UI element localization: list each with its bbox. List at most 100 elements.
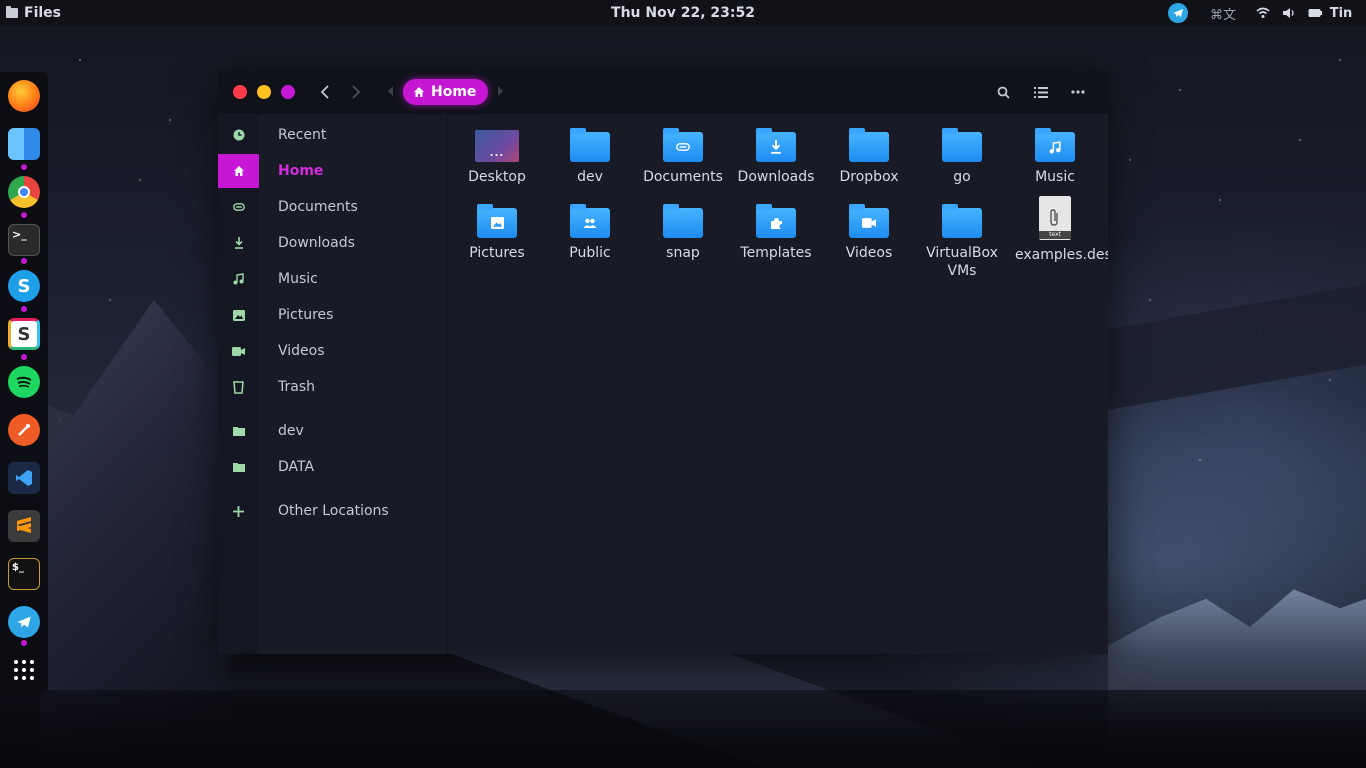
skype-icon[interactable]: S	[8, 270, 40, 302]
sidebar-item-label: Trash	[278, 379, 315, 395]
file-item-examples-desktop[interactable]: text examples.desktop	[1009, 196, 1108, 264]
home-icon	[218, 154, 259, 188]
sidebar-item-label: Music	[278, 271, 318, 287]
file-name: examples.desktop	[1015, 247, 1108, 263]
chevron-right-icon	[352, 85, 361, 99]
file-name: Public	[569, 245, 611, 261]
file-item-music[interactable]: Music	[1009, 126, 1101, 186]
more-icon	[1071, 90, 1085, 94]
battery-icon[interactable]	[1302, 0, 1328, 26]
file-item-virtualbox-vms[interactable]: VirtualBox VMs	[916, 202, 1008, 280]
home-icon	[414, 87, 424, 97]
terminal-icon[interactable]: >_	[8, 224, 40, 256]
file-name: Videos	[845, 245, 893, 261]
user-menu[interactable]: Tin	[1328, 0, 1354, 26]
folder-icon	[849, 128, 889, 162]
sidebar-item-label: Videos	[278, 343, 325, 359]
file-item-dropbox[interactable]: Dropbox	[823, 126, 915, 186]
sidebar-item-label: Pictures	[278, 307, 334, 323]
file-type-tag: text	[1039, 231, 1071, 239]
telegram-tray[interactable]	[1160, 0, 1196, 26]
system-tray: ⌘文 Tin	[1160, 0, 1354, 26]
running-indicator	[21, 306, 27, 312]
forward-button[interactable]	[345, 81, 367, 103]
file-name: Documents	[643, 169, 723, 185]
vscode-icon[interactable]	[8, 462, 40, 494]
templates-folder-icon	[756, 204, 796, 238]
folder-icon	[218, 414, 259, 448]
back-button[interactable]	[314, 81, 336, 103]
search-icon	[997, 86, 1010, 99]
public-folder-icon	[570, 204, 610, 238]
running-indicator	[21, 354, 27, 360]
paperclip-icon	[218, 190, 259, 224]
file-item-pictures[interactable]: Pictures	[451, 202, 543, 262]
documents-folder-icon	[663, 128, 703, 162]
postman-icon[interactable]	[8, 414, 40, 446]
file-item-public[interactable]: Public	[544, 202, 636, 262]
file-item-snap[interactable]: snap	[637, 202, 729, 262]
sidebar-item-label: Downloads	[278, 235, 355, 251]
plus-icon	[218, 494, 259, 528]
telegram-icon	[1168, 3, 1188, 23]
sidebar-item-label: Recent	[278, 127, 327, 143]
sidebar-item-recent[interactable]: Recent	[218, 118, 447, 152]
file-item-videos[interactable]: Videos	[823, 202, 915, 262]
running-indicator	[21, 258, 27, 264]
telegram-icon[interactable]	[8, 606, 40, 638]
file-item-templates[interactable]: Templates	[730, 202, 822, 262]
sidebar-item-label: dev	[278, 423, 304, 439]
finder-icon[interactable]	[8, 128, 40, 160]
slack-icon[interactable]: S	[8, 318, 40, 350]
breadcrumb-home[interactable]: Home	[403, 79, 488, 105]
text-file-icon: text	[1039, 196, 1071, 240]
maximize-button[interactable]	[281, 85, 295, 99]
music-icon	[218, 262, 259, 296]
view-list-button[interactable]	[1030, 81, 1052, 103]
file-item-desktop[interactable]: ... Desktop	[451, 126, 543, 186]
file-item-go[interactable]: go	[916, 126, 1008, 186]
app-grid-icon[interactable]	[8, 654, 40, 686]
file-item-documents[interactable]: Documents	[637, 126, 729, 186]
download-icon	[218, 226, 259, 260]
sidebar-item-trash[interactable]: Trash	[218, 370, 447, 404]
file-grid	[447, 114, 1108, 654]
spotify-icon[interactable]	[8, 366, 40, 398]
header-bar: Home	[218, 70, 1108, 114]
minimize-button[interactable]	[257, 85, 271, 99]
chevron-left-icon	[320, 85, 329, 99]
sidebar-item-other-locations[interactable]: Other Locations	[218, 494, 447, 528]
sidebar-item-music[interactable]: Music	[218, 262, 447, 296]
sidebar-item-home[interactable]: Home	[218, 154, 447, 188]
keyboard-indicator[interactable]: ⌘文	[1196, 0, 1250, 26]
file-name: Dropbox	[839, 169, 899, 185]
sidebar-item-documents[interactable]: Documents	[218, 190, 447, 224]
file-item-downloads[interactable]: Downloads	[730, 126, 822, 186]
image-icon	[218, 298, 259, 332]
chrome-icon[interactable]	[8, 176, 40, 208]
firefox-icon[interactable]	[8, 80, 40, 112]
terminal2-icon[interactable]: $_	[8, 558, 40, 590]
sidebar-item-data[interactable]: DATA	[218, 450, 447, 484]
sidebar-item-dev[interactable]: dev	[218, 414, 447, 448]
close-button[interactable]	[233, 85, 247, 99]
search-button[interactable]	[992, 81, 1014, 103]
breadcrumb-right-arrow[interactable]	[498, 86, 503, 96]
sidebar-item-videos[interactable]: Videos	[218, 334, 447, 368]
file-item-dev[interactable]: dev	[544, 126, 636, 186]
breadcrumb-left-arrow[interactable]	[388, 86, 393, 96]
wifi-icon[interactable]	[1250, 0, 1276, 26]
sublime-icon[interactable]	[8, 510, 40, 542]
sidebar-item-label: Home	[278, 163, 324, 179]
clock-text[interactable]: Thu Nov 22, 23:52	[611, 0, 755, 26]
trash-icon	[218, 370, 259, 404]
file-name: Downloads	[737, 169, 815, 185]
clock-icon	[218, 118, 259, 152]
volume-icon[interactable]	[1276, 0, 1302, 26]
sidebar-item-downloads[interactable]: Downloads	[218, 226, 447, 260]
folder-icon	[942, 128, 982, 162]
sidebar-item-pictures[interactable]: Pictures	[218, 298, 447, 332]
wallpaper-ground	[0, 690, 1366, 768]
dock: >_ S S $_	[0, 72, 48, 694]
menu-button[interactable]	[1067, 81, 1089, 103]
